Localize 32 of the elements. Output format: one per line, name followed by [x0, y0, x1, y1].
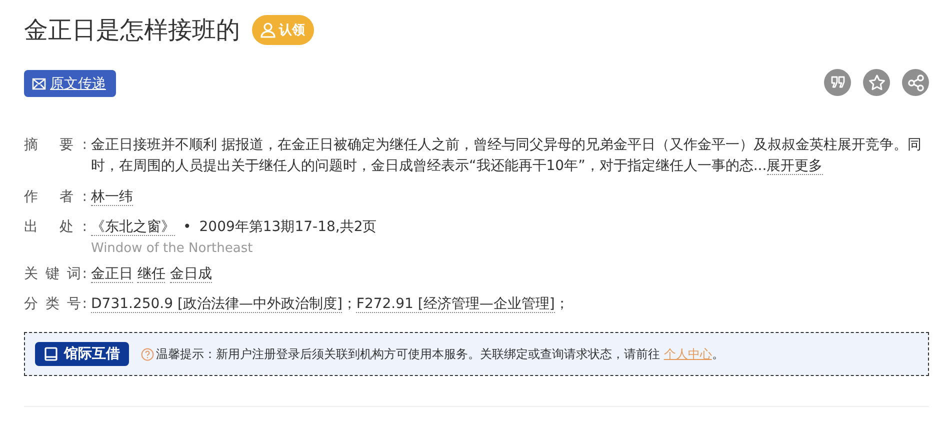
share-button[interactable] — [902, 69, 929, 96]
author-link[interactable]: 林一纬 — [91, 189, 133, 206]
field-label: 摘 要: — [24, 136, 87, 155]
separator: ； — [554, 296, 569, 312]
help-icon — [141, 348, 154, 360]
share-icon — [906, 74, 924, 92]
journal-link[interactable]: 《东北之窗》 — [91, 219, 175, 236]
issue-info: 2009年第13期17-18,共2页 — [199, 219, 377, 235]
class-code-link[interactable]: D731.250.9 [政治法律—中外政治制度] — [91, 296, 342, 313]
star-icon — [868, 74, 886, 92]
field-label: 分 类 号: — [24, 295, 87, 314]
separator-dot: • — [183, 219, 192, 235]
article-title: 金正日是怎样接班的 — [24, 15, 240, 46]
notice-text: 温馨提示：新用户注册登录后须关联到机构方可使用本服务。关联绑定或查询请求状态，请前往 个人中心。 — [156, 346, 724, 362]
separator: ； — [342, 296, 356, 312]
field-label: 出 处: — [24, 218, 87, 237]
person-icon — [259, 21, 277, 39]
delivery-button[interactable]: 原文传递 — [24, 70, 116, 97]
expand-link[interactable]: 展开更多 — [766, 158, 823, 175]
cite-button[interactable] — [824, 69, 851, 96]
favorite-button[interactable] — [863, 69, 890, 96]
field-label: 关 键 词: — [24, 265, 87, 284]
abstract-text: 金正日接班并不顺利 据报道，在金正日被确定为继任人之前，曾经与同父异母的兄弟金平日（又作金平一）及叔叔金英柱展开竞争。同时，在周围的人员提出关于继任人的问题时，金日成曾经表示“我还能再干10年”，对于指定继任人一事的态...展开更多 — [91, 137, 922, 175]
field-label: 作 者: — [24, 188, 87, 207]
journal-english-name: Window of the Northeast — [91, 240, 254, 258]
mail-icon — [32, 78, 46, 90]
keyword-link[interactable]: 金日成 — [170, 266, 212, 283]
book-icon — [44, 347, 58, 361]
interlibrary-loan-button[interactable]: 馆际互借 — [35, 342, 129, 366]
keyword-link[interactable]: 金正日 — [91, 266, 133, 283]
keyword-link[interactable]: 继任 — [137, 266, 166, 283]
class-code-link[interactable]: F272.91 [经济管理—企业管理] — [356, 296, 555, 313]
